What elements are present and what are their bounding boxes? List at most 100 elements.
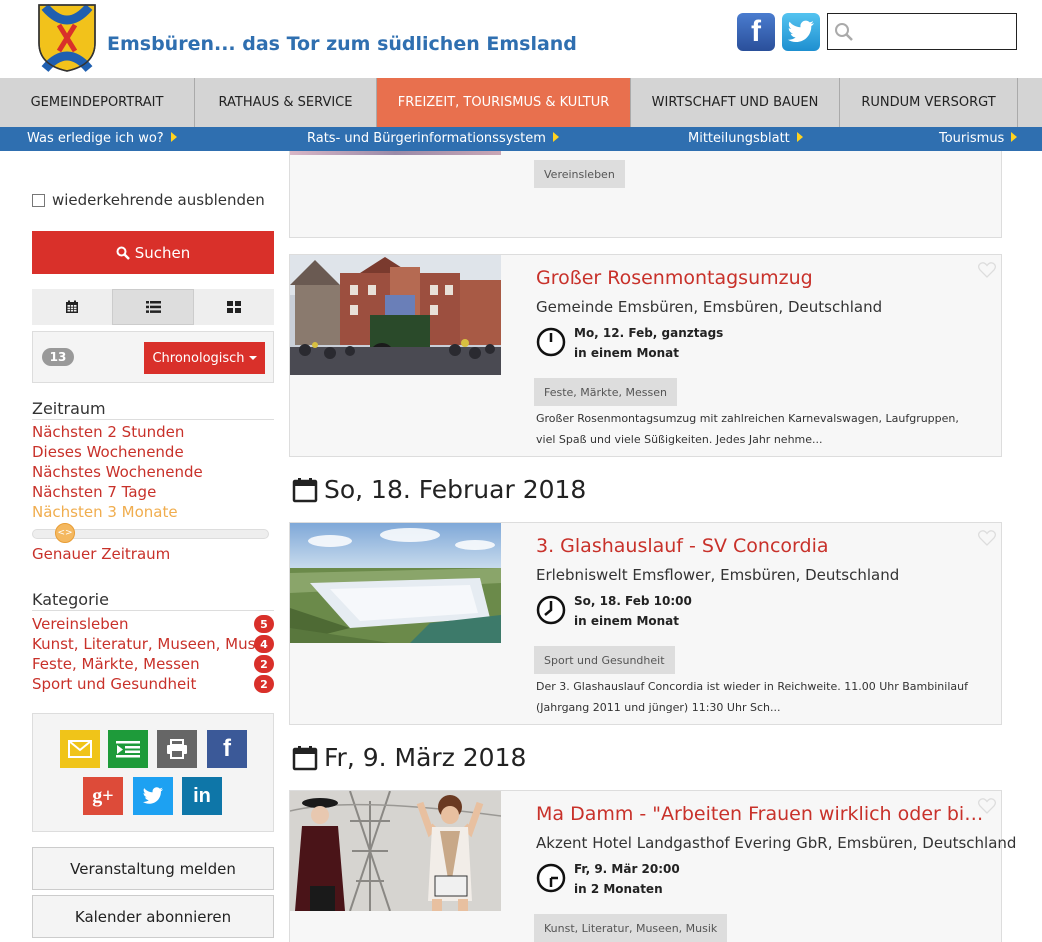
sort-dropdown-label: Chronologisch	[152, 350, 245, 366]
nav-rathaus-service[interactable]: RATHAUS & SERVICE	[195, 78, 377, 127]
category-heading: Kategorie	[32, 590, 274, 611]
googleplus-share-button[interactable]: g+	[83, 777, 123, 815]
printer-icon	[167, 739, 187, 759]
result-controls: 13 Chronologisch	[32, 331, 274, 383]
calendar-icon	[66, 300, 78, 313]
event-datetime: Fr, 9. Mär 20:00 in 2 Monaten	[574, 859, 680, 899]
hide-recurring-checkbox[interactable]	[32, 193, 45, 207]
event-title[interactable]: Großer Rosenmontagsumzug	[536, 267, 986, 289]
grid-icon	[227, 301, 241, 313]
linkedin-share-button[interactable]: in	[182, 777, 222, 815]
twitter-share-button[interactable]	[133, 777, 173, 815]
grid-view-button[interactable]	[194, 289, 274, 325]
event-datetime: Mo, 12. Feb, ganztags in einem Monat	[574, 323, 723, 363]
event-card[interactable]: Großer Rosenmontagsumzug Gemeinde Emsbür…	[289, 254, 1002, 457]
timeframe-next-2-hours[interactable]: Nächsten 2 Stunden	[32, 423, 184, 441]
category-item[interactable]: Feste, Märkte, Messen 2	[32, 654, 274, 674]
site-title[interactable]: Emsbüren... das Tor zum südlichen Emslan…	[107, 33, 577, 55]
filter-sidebar: wiederkehrende ausblenden Suchen 13 Chro…	[0, 151, 290, 942]
heart-icon[interactable]	[978, 530, 996, 546]
subnav-was-erledige[interactable]: Was erledige ich wo?	[27, 131, 177, 146]
subnav-ratsinfo[interactable]: Rats- und Bürgerinformationssystem	[307, 131, 559, 146]
report-event-button[interactable]: Veranstaltung melden	[32, 847, 274, 890]
heart-icon[interactable]	[978, 262, 996, 278]
category-item[interactable]: Sport und Gesundheit 2	[32, 674, 274, 694]
nav-wirtschaft-bauen[interactable]: WIRTSCHAFT UND BAUEN	[631, 78, 840, 127]
subnav-tourismus[interactable]: Tourismus	[939, 131, 1018, 146]
twitter-icon[interactable]	[782, 13, 820, 51]
timeframe-next-7-days[interactable]: Nächsten 7 Tage	[32, 483, 156, 501]
arrow-right-icon	[1011, 132, 1018, 142]
category-label: Sport und Gesundheit	[32, 675, 197, 693]
category-count-badge: 2	[254, 655, 274, 673]
email-share-button[interactable]	[60, 730, 100, 768]
timeframe-next-3-months[interactable]: Nächsten 3 Monate	[32, 503, 178, 521]
facebook-icon[interactable]: f	[737, 13, 775, 51]
event-card[interactable]: Ma Damm - "Arbeiten Frauen wirklich oder…	[289, 790, 1016, 942]
search-button[interactable]: Suchen	[32, 231, 274, 274]
calendar-view-button[interactable]	[32, 289, 112, 325]
list-icon	[145, 301, 161, 313]
subscribe-calendar-button[interactable]: Kalender abonnieren	[32, 895, 274, 938]
nav-gemeindeportrait[interactable]: GEMEINDEPORTRAIT	[0, 78, 195, 127]
category-label: Kunst, Literatur, Museen, Musik	[32, 635, 269, 653]
category-label: Feste, Märkte, Messen	[32, 655, 200, 673]
print-button[interactable]	[157, 730, 197, 768]
event-description: Großer Rosenmontagsumzug mit zahlreichen…	[536, 412, 959, 446]
slider-handle[interactable]: <>	[55, 523, 75, 543]
event-datetime: So, 18. Feb 10:00 in einem Monat	[574, 591, 692, 631]
twitter-icon	[142, 787, 163, 804]
day-heading-label: Fr, 9. März 2018	[324, 743, 527, 772]
secondary-navigation: Was erledige ich wo? Rats- und Bürgerinf…	[0, 127, 1042, 151]
event-title[interactable]: 3. Glashauslauf - SV Concordia	[536, 535, 986, 557]
category-item[interactable]: Vereinsleben 5	[32, 614, 274, 634]
arrow-right-icon	[796, 132, 803, 142]
hide-recurring-option[interactable]: wiederkehrende ausblenden	[32, 191, 265, 209]
search-icon	[835, 23, 853, 41]
search-button-label: Suchen	[134, 243, 191, 262]
exact-timeframe-link[interactable]: Genauer Zeitraum	[32, 545, 170, 563]
event-location: Gemeinde Emsbüren, Emsbüren, Deutschland	[536, 298, 883, 316]
event-card-partial[interactable]: Vereinsleben	[289, 151, 1002, 238]
share-panel: f g+ in	[32, 713, 274, 832]
event-category-tag[interactable]: Sport und Gesundheit	[534, 646, 675, 674]
event-title[interactable]: Ma Damm - "Arbeiten Frauen wirklich oder…	[536, 803, 986, 825]
search-input[interactable]	[858, 16, 1008, 46]
calendar-icon	[292, 477, 318, 502]
event-location: Akzent Hotel Landgasthof Evering GbR, Em…	[536, 834, 1017, 852]
linkedin-icon: in	[193, 784, 211, 807]
day-heading: Fr, 9. März 2018	[292, 743, 526, 772]
google-plus-icon: g+	[92, 784, 114, 807]
event-image	[290, 791, 501, 911]
nav-rundum-versorgt[interactable]: RUNDUM VERSORGT	[840, 78, 1018, 127]
category-item[interactable]: Kunst, Literatur, Museen, Musik 4	[32, 634, 274, 654]
timeframe-this-weekend[interactable]: Dieses Wochenende	[32, 443, 184, 461]
main-navigation: GEMEINDEPORTRAIT RATHAUS & SERVICE FREIZ…	[0, 78, 1042, 127]
newsletter-icon	[116, 741, 140, 758]
heart-icon[interactable]	[978, 798, 996, 814]
subnav-mitteilungsblatt[interactable]: Mitteilungsblatt	[688, 131, 803, 146]
event-relative-time: in 2 Monaten	[574, 882, 663, 896]
view-switcher	[32, 289, 274, 325]
event-card[interactable]: 3. Glashauslauf - SV Concordia Erlebnisw…	[289, 522, 1002, 725]
event-location: Erlebniswelt Emsflower, Emsbüren, Deutsc…	[536, 566, 900, 584]
coat-of-arms-logo[interactable]	[37, 3, 97, 73]
event-category-tag[interactable]: Feste, Märkte, Messen	[534, 378, 677, 406]
subnav-label: Rats- und Bürgerinformationssystem	[307, 131, 546, 146]
nav-freizeit-tourismus-kultur[interactable]: FREIZEIT, TOURISMUS & KULTUR	[377, 78, 631, 127]
facebook-icon: f	[223, 735, 231, 762]
sort-dropdown[interactable]: Chronologisch	[144, 342, 265, 374]
event-image	[290, 523, 501, 643]
event-category-tag[interactable]: Vereinsleben	[534, 160, 625, 188]
category-label: Vereinsleben	[32, 615, 129, 633]
search-field[interactable]	[827, 13, 1017, 50]
event-category-tag[interactable]: Kunst, Literatur, Museen, Musik	[534, 914, 728, 942]
clock-icon	[536, 595, 566, 625]
category-count-badge: 4	[254, 635, 274, 653]
list-view-button[interactable]	[112, 289, 194, 325]
news-share-button[interactable]	[108, 730, 148, 768]
timeframe-next-weekend[interactable]: Nächstes Wochenende	[32, 463, 203, 481]
event-date: Mo, 12. Feb, ganztags	[574, 326, 724, 340]
facebook-share-button[interactable]: f	[207, 730, 247, 768]
event-date: So, 18. Feb 10:00	[574, 594, 692, 608]
